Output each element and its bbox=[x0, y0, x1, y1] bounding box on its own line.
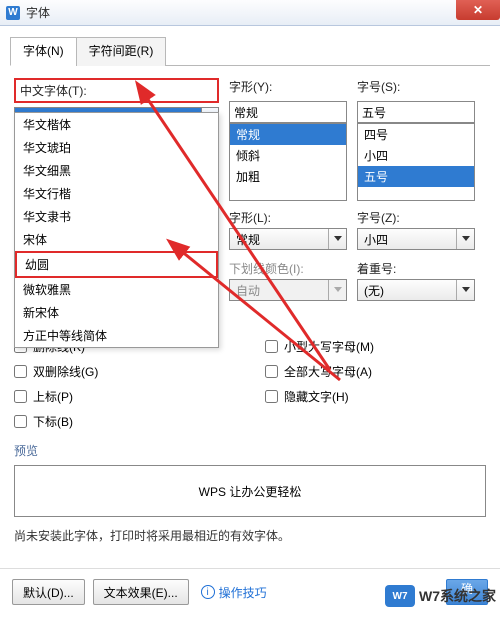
font-opt-youyuan-highlight[interactable]: 幼圆 bbox=[15, 251, 218, 278]
chk-superscript[interactable]: 上标(P) bbox=[14, 388, 235, 405]
size-opt-5[interactable]: 五号 bbox=[358, 166, 474, 187]
font-opt-msyh[interactable]: 微软雅黑 bbox=[15, 278, 218, 301]
chk-subscript-box[interactable] bbox=[14, 415, 27, 428]
size-opt-4[interactable]: 四号 bbox=[358, 124, 474, 145]
size2-value: 小四 bbox=[364, 231, 388, 248]
underline-color-label: 下划线颜色(I): bbox=[229, 260, 347, 277]
chk-allcaps-box[interactable] bbox=[265, 365, 278, 378]
style-opt-bold[interactable]: 加粗 bbox=[230, 166, 346, 187]
info-icon: i bbox=[201, 585, 215, 599]
style-opt-italic[interactable]: 倾斜 bbox=[230, 145, 346, 166]
chinese-font-dropdown-list[interactable]: 华文楷体 华文琥珀 华文细黑 华文行楷 华文隶书 宋体 幼圆 微软雅黑 新宋体 … bbox=[14, 112, 219, 348]
font-opt-fzzdx[interactable]: 方正中等线简体 bbox=[15, 324, 218, 347]
font-opt-hwhupo[interactable]: 华文琥珀 bbox=[15, 136, 218, 159]
app-icon: W bbox=[6, 6, 20, 20]
font-install-note: 尚未安装此字体，打印时将采用最相近的有效字体。 bbox=[14, 527, 486, 544]
chk-subscript[interactable]: 下标(B) bbox=[14, 413, 235, 430]
style2-dd-button[interactable] bbox=[328, 229, 346, 249]
underline-color-dd-button bbox=[328, 280, 346, 300]
style-listbox[interactable]: 常规 倾斜 加粗 bbox=[229, 123, 347, 201]
window-title: 字体 bbox=[26, 4, 50, 21]
font-opt-hwlishu[interactable]: 华文隶书 bbox=[15, 205, 218, 228]
chinese-font-label: 中文字体(T): bbox=[20, 84, 87, 98]
style-input[interactable] bbox=[229, 101, 347, 123]
preview-text: WPS 让办公更轻松 bbox=[199, 483, 302, 500]
operation-hint-link[interactable]: i 操作技巧 bbox=[201, 584, 267, 601]
chk-smallcaps[interactable]: 小型大写字母(M) bbox=[265, 338, 486, 355]
size-input[interactable] bbox=[357, 101, 475, 123]
style2-label: 字形(L): bbox=[229, 209, 347, 226]
chinese-font-label-highlight: 中文字体(T): bbox=[14, 78, 219, 103]
size-opt-s4[interactable]: 小四 bbox=[358, 145, 474, 166]
close-icon: ✕ bbox=[473, 3, 483, 17]
preview-section: 预览 WPS 让办公更轻松 bbox=[14, 442, 486, 517]
tab-font[interactable]: 字体(N) bbox=[10, 37, 77, 66]
text-effect-button[interactable]: 文本效果(E)... bbox=[93, 579, 189, 605]
size-label: 字号(S): bbox=[357, 78, 475, 95]
style-label: 字形(Y): bbox=[229, 78, 347, 95]
watermark-text: W7系统之家 bbox=[419, 586, 496, 606]
emphasis-value: (无) bbox=[364, 282, 384, 299]
chk-allcaps[interactable]: 全部大写字母(A) bbox=[265, 363, 486, 380]
style-opt-regular[interactable]: 常规 bbox=[230, 124, 346, 145]
font-opt-hwkaiti[interactable]: 华文楷体 bbox=[15, 113, 218, 136]
tab-spacing[interactable]: 字符间距(R) bbox=[76, 37, 167, 66]
font-opt-hwxihei[interactable]: 华文细黑 bbox=[15, 159, 218, 182]
default-button[interactable]: 默认(D)... bbox=[12, 579, 85, 605]
style2-dropdown[interactable]: 常规 bbox=[229, 228, 347, 250]
chk-smallcaps-box[interactable] bbox=[265, 340, 278, 353]
font-opt-nsong[interactable]: 新宋体 bbox=[15, 301, 218, 324]
emphasis-label: 着重号: bbox=[357, 260, 475, 277]
font-opt-hwxingkai[interactable]: 华文行楷 bbox=[15, 182, 218, 205]
chk-hidden-box[interactable] bbox=[265, 390, 278, 403]
font-opt-songti[interactable]: 宋体 bbox=[15, 228, 218, 251]
style2-value: 常规 bbox=[236, 231, 260, 248]
chk-superscript-box[interactable] bbox=[14, 390, 27, 403]
chk-hidden[interactable]: 隐藏文字(H) bbox=[265, 388, 486, 405]
size-listbox[interactable]: 四号 小四 五号 bbox=[357, 123, 475, 201]
titlebar: W 字体 ✕ bbox=[0, 0, 500, 26]
chk-dstrike-box[interactable] bbox=[14, 365, 27, 378]
preview-title: 预览 bbox=[14, 442, 486, 459]
watermark: W7 W7系统之家 bbox=[385, 585, 496, 607]
size2-dropdown[interactable]: 小四 bbox=[357, 228, 475, 250]
emphasis-dropdown[interactable]: (无) bbox=[357, 279, 475, 301]
operation-hint-text: 操作技巧 bbox=[219, 584, 267, 601]
emphasis-dd-button[interactable] bbox=[456, 280, 474, 300]
size2-label: 字号(Z): bbox=[357, 209, 475, 226]
size2-dd-button[interactable] bbox=[456, 229, 474, 249]
preview-box: WPS 让办公更轻松 bbox=[14, 465, 486, 517]
underline-color-dropdown: 自动 bbox=[229, 279, 347, 301]
underline-color-value: 自动 bbox=[236, 282, 260, 299]
close-button[interactable]: ✕ bbox=[456, 0, 500, 20]
tab-strip: 字体(N) 字符间距(R) bbox=[10, 36, 490, 66]
watermark-logo: W7 bbox=[385, 585, 415, 607]
chk-dstrike[interactable]: 双删除线(G) bbox=[14, 363, 235, 380]
